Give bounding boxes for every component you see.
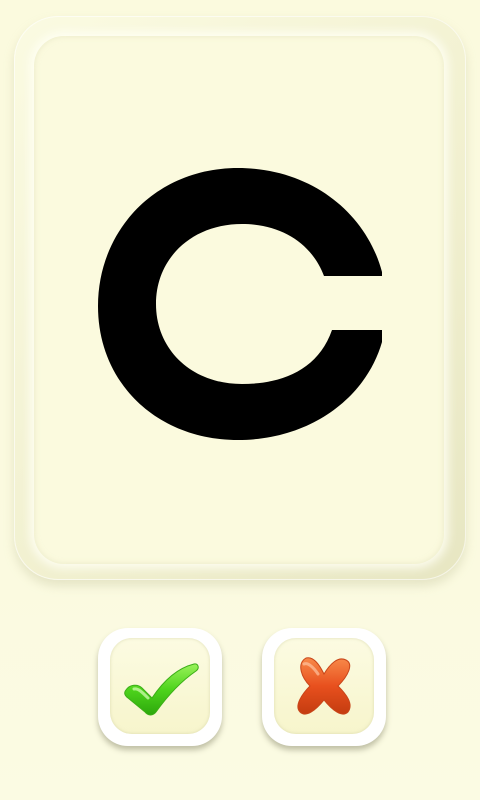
correct-button[interactable] <box>98 628 222 746</box>
wrong-button[interactable] <box>262 628 386 746</box>
letter-c-shape <box>98 168 382 440</box>
app-screen: c <box>0 0 480 800</box>
check-icon <box>124 663 199 716</box>
letter-glyph: c <box>98 168 382 440</box>
cross-icon <box>297 657 351 715</box>
letter-text: c <box>241 305 242 307</box>
correct-button-face <box>110 638 210 734</box>
wrong-button-face <box>274 638 374 734</box>
